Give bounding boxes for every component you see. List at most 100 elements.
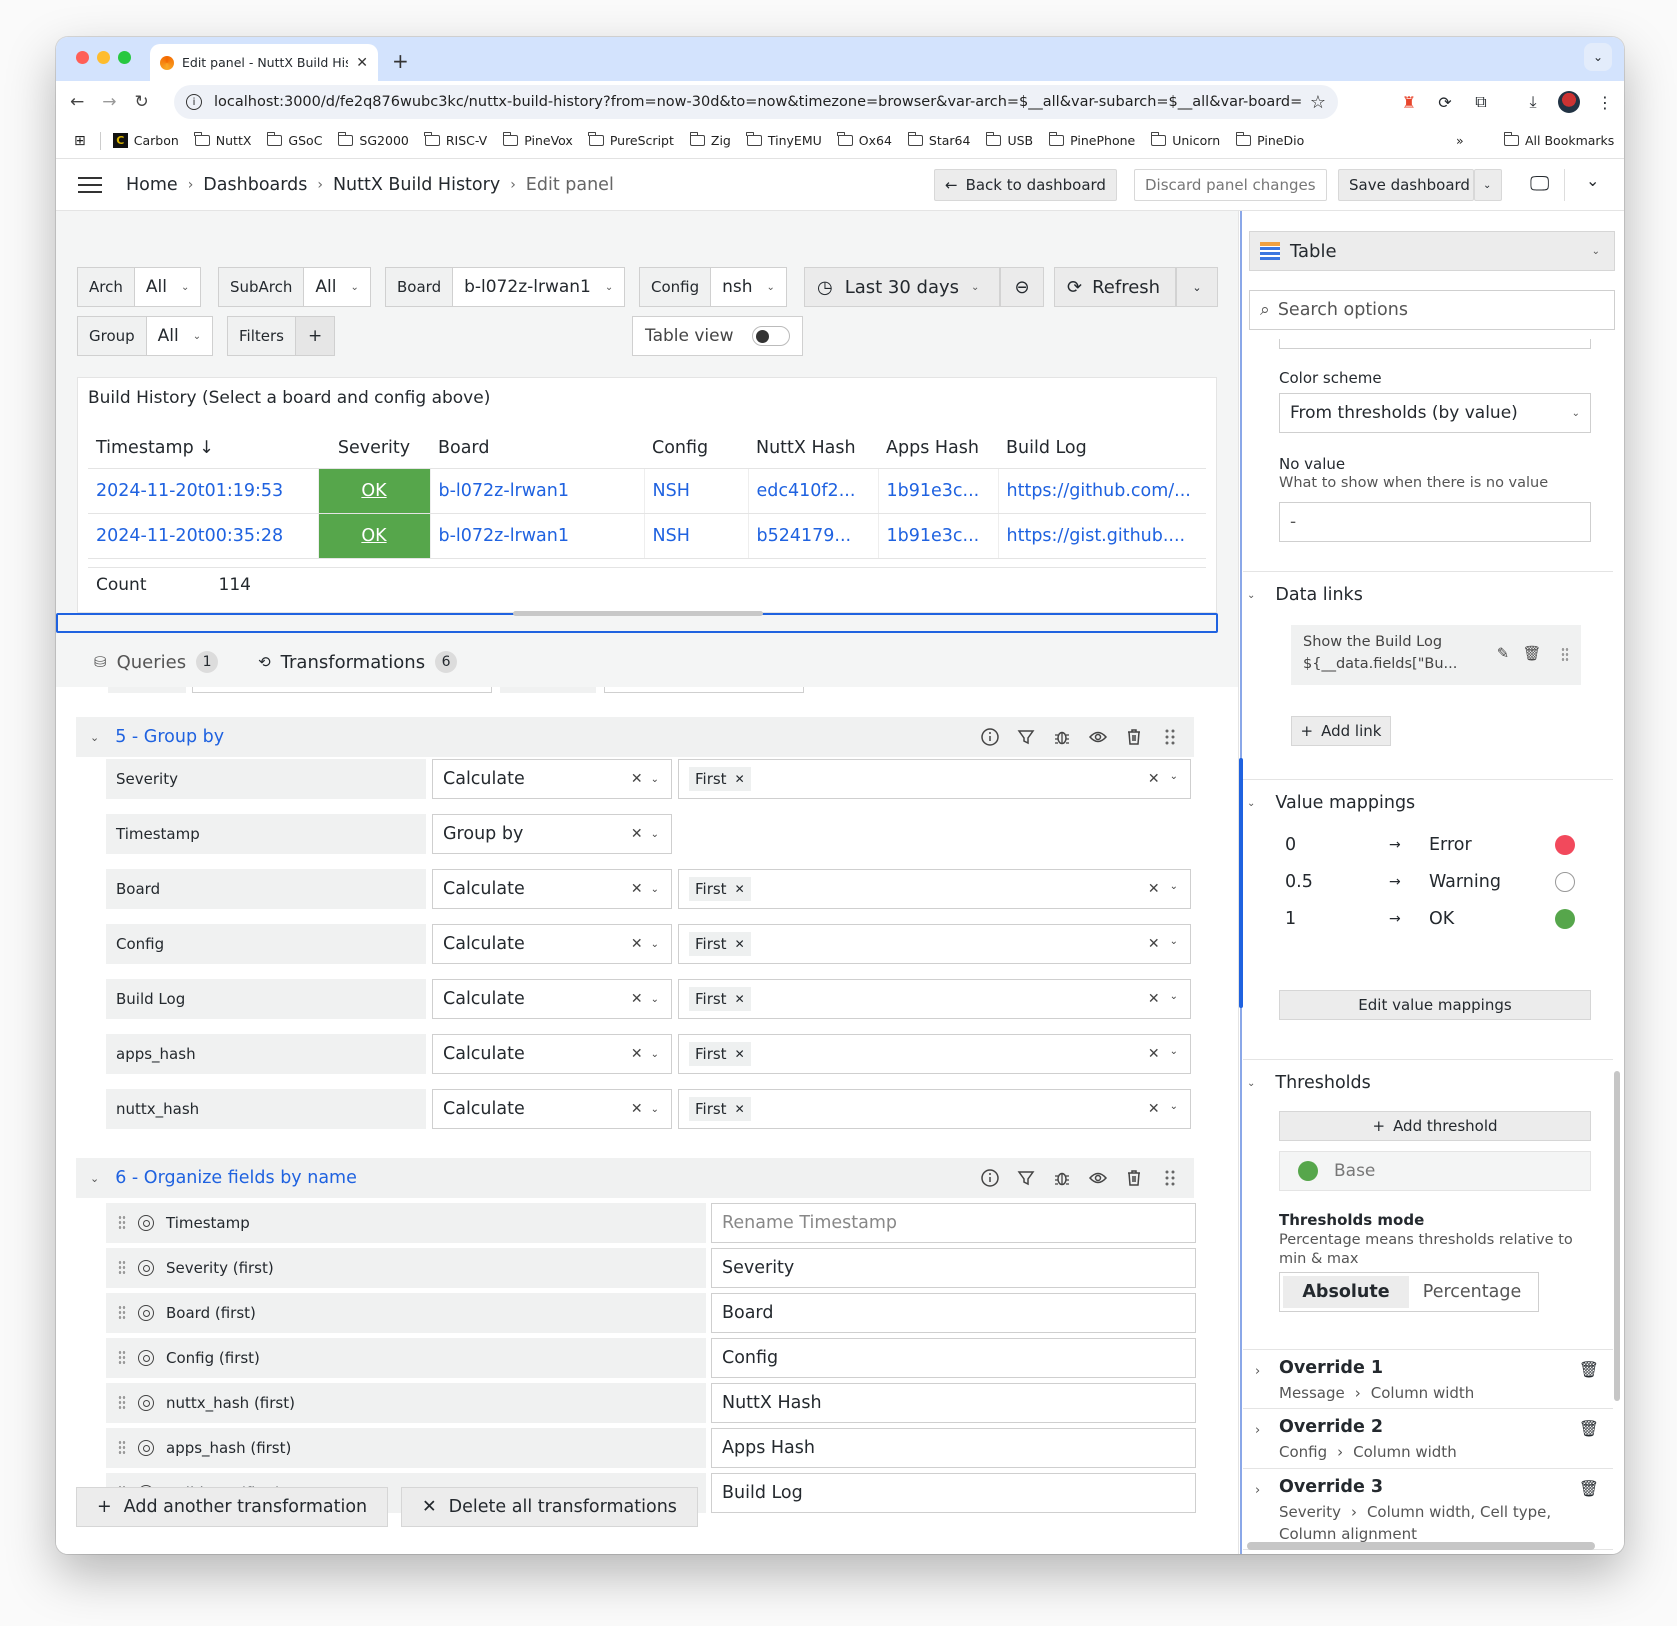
variable-group[interactable]: Group All ⌄	[77, 316, 214, 356]
color-scheme-select[interactable]: From thresholds (by value) ⌄	[1279, 393, 1591, 433]
eye-icon[interactable]	[138, 1305, 154, 1321]
nuttx-hash-link[interactable]: edc410f2...	[747, 468, 878, 514]
clear-icon[interactable]: ✕	[1148, 771, 1160, 787]
variable-value[interactable]: nsh ⌄	[711, 268, 786, 306]
extension-lighthouse-icon[interactable]: ♜	[1396, 89, 1422, 115]
calculation-select[interactable]: First ✕ ✕ ⌄	[678, 924, 1191, 964]
eye-icon[interactable]	[138, 1260, 154, 1276]
variable-value[interactable]: All ⌄	[304, 268, 369, 306]
bookmark-folder[interactable]: Unicorn	[1150, 132, 1220, 148]
column-header[interactable]: Timestamp ↓	[88, 428, 318, 469]
debug-bug-icon[interactable]	[1052, 1168, 1072, 1188]
eye-icon[interactable]	[1088, 1168, 1108, 1188]
bookmark-star-icon[interactable]: ☆	[1310, 92, 1326, 113]
trash-icon[interactable]: 🗑	[1579, 1419, 1599, 1438]
config-link[interactable]: NSH	[643, 468, 748, 514]
clear-icon[interactable]: ✕	[1148, 1101, 1160, 1117]
rename-field-input[interactable]	[711, 1248, 1196, 1288]
remove-chip-icon[interactable]: ✕	[735, 772, 745, 786]
variable-config[interactable]: Config nsh ⌄	[639, 267, 787, 307]
calculation-select[interactable]: First ✕ ✕ ⌄	[678, 1034, 1191, 1074]
filter-icon[interactable]	[1016, 727, 1036, 747]
calculation-select[interactable]: First ✕ ✕ ⌄	[678, 759, 1191, 799]
variable-value[interactable]: b-l072z-lrwan1 ⌄	[453, 268, 624, 306]
severity-cell[interactable]: OK	[317, 513, 430, 559]
pane-splitter-active[interactable]	[1239, 758, 1243, 1008]
override-item[interactable]: › Override 1 Message › Column width 🗑	[1243, 1349, 1613, 1412]
calculation-select[interactable]: First ✕ ✕ ⌄	[678, 979, 1191, 1019]
clear-icon[interactable]: ✕	[1148, 936, 1160, 952]
maximize-window-button[interactable]	[118, 51, 131, 64]
trash-icon[interactable]	[1124, 727, 1144, 747]
drag-handle-icon[interactable]	[118, 1260, 126, 1276]
mode-absolute[interactable]: Absolute	[1283, 1276, 1409, 1308]
apps-grid-icon[interactable]: ⊞	[74, 133, 86, 149]
bookmark-folder[interactable]: Star64	[907, 132, 970, 148]
minimize-window-button[interactable]	[97, 51, 110, 64]
thresholds-section[interactable]: ⌄ Thresholds	[1247, 1073, 1371, 1093]
build-log-link[interactable]: https://github.com/...	[997, 468, 1206, 514]
field-mode-select[interactable]: Calculate ✕ ⌄	[432, 1089, 672, 1129]
severity-cell[interactable]: OK	[317, 468, 430, 514]
site-info-icon[interactable]: i	[186, 94, 202, 110]
delete-all-transformations-button[interactable]: ✕ Delete all transformations	[401, 1487, 698, 1527]
drag-handle-icon[interactable]	[1561, 647, 1569, 663]
reload-icon[interactable]: ↻	[135, 92, 149, 112]
clear-icon[interactable]: ✕	[631, 826, 643, 842]
browser-tab[interactable]: Edit panel - NuttX Build History ✕	[150, 44, 378, 81]
field-mode-select[interactable]: Calculate ✕ ⌄	[432, 869, 672, 909]
apps-hash-link[interactable]: 1b91e3c...	[877, 513, 998, 559]
profile-avatar[interactable]	[1556, 89, 1582, 115]
clear-icon[interactable]: ✕	[631, 1101, 643, 1117]
rename-field-input[interactable]	[711, 1473, 1196, 1513]
column-header[interactable]: Config	[644, 428, 748, 469]
refresh-interval-dropdown[interactable]: ⌄	[1176, 267, 1218, 307]
clear-icon[interactable]: ✕	[631, 771, 643, 787]
tab-search-button[interactable]: ⌄	[1584, 43, 1612, 71]
rename-field-input[interactable]	[711, 1383, 1196, 1423]
breadcrumb-dashboard[interactable]: NuttX Build History	[333, 175, 500, 195]
bookmark-folder[interactable]: PureScript	[588, 132, 674, 148]
drag-handle-icon[interactable]	[1160, 727, 1180, 747]
all-bookmarks[interactable]: All Bookmarks	[1503, 132, 1614, 148]
rename-field-input[interactable]	[711, 1338, 1196, 1378]
collapse-header-icon[interactable]: ⌄	[1586, 171, 1599, 190]
debug-bug-icon[interactable]	[1052, 727, 1072, 747]
extension-sync-icon[interactable]: ⟳	[1432, 89, 1458, 115]
url-bar[interactable]: i localhost:3000/d/fe2q876wubc3kc/nuttx-…	[174, 85, 1338, 119]
rename-field-input[interactable]	[711, 1203, 1196, 1243]
drag-handle-icon[interactable]	[118, 1350, 126, 1366]
field-mode-select[interactable]: Calculate ✕ ⌄	[432, 1034, 672, 1074]
threshold-base-row[interactable]: Base	[1279, 1151, 1591, 1191]
filter-icon[interactable]	[1016, 1168, 1036, 1188]
bookmark-folder[interactable]: RISC-V	[424, 132, 487, 148]
discard-changes-button[interactable]: Discard panel changes	[1134, 169, 1327, 201]
add-filter-button[interactable]: +	[295, 317, 335, 355]
extensions-puzzle-icon[interactable]: ⧉	[1468, 89, 1494, 115]
chevron-right-icon[interactable]: ›	[1255, 1483, 1260, 1498]
remove-chip-icon[interactable]: ✕	[735, 882, 745, 896]
field-mode-select[interactable]: Calculate ✕ ⌄	[432, 924, 672, 964]
toggle-switch[interactable]	[751, 326, 790, 346]
forward-icon[interactable]: →	[102, 92, 116, 112]
bookmark-folder[interactable]: GSoC	[267, 132, 322, 148]
options-scrollbar-vertical[interactable]	[1614, 1071, 1620, 1401]
variable-arch[interactable]: Arch All ⌄	[77, 267, 202, 307]
search-options-input[interactable]: ⌕ Search options	[1249, 290, 1615, 330]
url-text[interactable]: localhost:3000/d/fe2q876wubc3kc/nuttx-bu…	[214, 94, 1302, 110]
ad-hoc-filters[interactable]: Filters +	[227, 316, 336, 356]
data-link-item[interactable]: Show the Build Log ${__data.fields["Bu..…	[1291, 625, 1581, 685]
eye-icon[interactable]	[138, 1215, 154, 1231]
collapse-chevron-icon[interactable]: ⌄	[90, 731, 99, 744]
bookmark-folder[interactable]: PinePhone	[1048, 132, 1135, 148]
clear-icon[interactable]: ✕	[1148, 991, 1160, 1007]
mode-percentage[interactable]: Percentage	[1409, 1276, 1535, 1308]
rename-field-input[interactable]	[711, 1428, 1196, 1468]
clear-icon[interactable]: ✕	[631, 1046, 643, 1062]
calculation-select[interactable]: First ✕ ✕ ⌄	[678, 869, 1191, 909]
add-threshold-button[interactable]: + Add threshold	[1279, 1111, 1591, 1141]
drag-handle-icon[interactable]	[118, 1395, 126, 1411]
bookmark-folder[interactable]: TinyEMU	[746, 132, 822, 148]
build-log-link[interactable]: https://gist.github....	[997, 513, 1206, 559]
variable-subarch[interactable]: SubArch All ⌄	[218, 267, 371, 307]
